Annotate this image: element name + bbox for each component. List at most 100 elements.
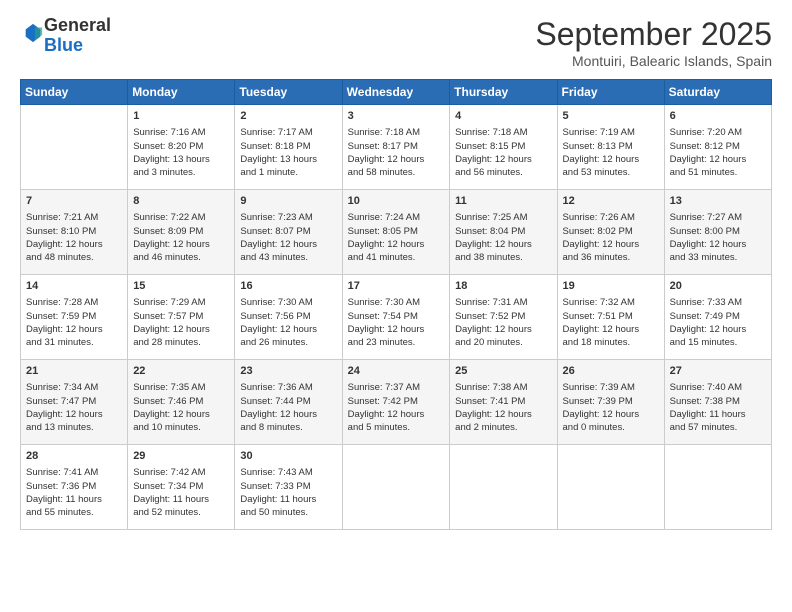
week-row-3: 21 Sunrise: 7:34 AMSunset: 7:47 PMDayligh…: [21, 360, 772, 445]
day-number-0-3: 3: [348, 109, 445, 124]
week-row-0: 1 Sunrise: 7:16 AMSunset: 8:20 PMDaylight…: [21, 105, 772, 190]
cell-3-3: 24 Sunrise: 7:37 AMSunset: 7:42 PMDayligh…: [342, 360, 450, 445]
cell-4-3: [342, 445, 450, 530]
cell-content-1-5: Sunrise: 7:26 AMSunset: 8:02 PMDaylight:…: [563, 211, 659, 264]
cell-2-5: 19 Sunrise: 7:32 AMSunset: 7:51 PMDayligh…: [557, 275, 664, 360]
cell-content-0-3: Sunrise: 7:18 AMSunset: 8:17 PMDaylight:…: [348, 126, 445, 179]
cell-0-4: 4 Sunrise: 7:18 AMSunset: 8:15 PMDaylight…: [450, 105, 557, 190]
day-number-2-5: 19: [563, 279, 659, 294]
day-number-3-3: 24: [348, 364, 445, 379]
day-number-4-1: 29: [133, 449, 229, 464]
day-number-1-2: 9: [240, 194, 336, 209]
day-number-3-5: 26: [563, 364, 659, 379]
cell-content-1-0: Sunrise: 7:21 AMSunset: 8:10 PMDaylight:…: [26, 211, 122, 264]
cell-0-2: 2 Sunrise: 7:17 AMSunset: 8:18 PMDaylight…: [235, 105, 342, 190]
day-number-2-3: 17: [348, 279, 445, 294]
title-block: September 2025 Montuiri, Balearic Island…: [535, 16, 772, 69]
page: General Blue September 2025 Montuiri, Ba…: [0, 0, 792, 612]
logo: General Blue: [20, 16, 111, 56]
cell-content-0-2: Sunrise: 7:17 AMSunset: 8:18 PMDaylight:…: [240, 126, 336, 179]
cell-content-4-0: Sunrise: 7:41 AMSunset: 7:36 PMDaylight:…: [26, 466, 122, 519]
day-number-4-2: 30: [240, 449, 336, 464]
cell-2-6: 20Sunrise: 7:33 AMSunset: 7:49 PMDayligh…: [664, 275, 771, 360]
cell-3-0: 21 Sunrise: 7:34 AMSunset: 7:47 PMDayligh…: [21, 360, 128, 445]
cell-2-3: 17 Sunrise: 7:30 AMSunset: 7:54 PMDayligh…: [342, 275, 450, 360]
day-number-2-6: 20: [670, 279, 766, 294]
cell-content-3-3: Sunrise: 7:37 AMSunset: 7:42 PMDaylight:…: [348, 381, 445, 434]
logo-blue-text: Blue: [44, 35, 83, 55]
week-row-2: 14 Sunrise: 7:28 AMSunset: 7:59 PMDayligh…: [21, 275, 772, 360]
cell-0-1: 1 Sunrise: 7:16 AMSunset: 8:20 PMDaylight…: [128, 105, 235, 190]
cell-0-0: [21, 105, 128, 190]
cell-content-1-1: Sunrise: 7:22 AMSunset: 8:09 PMDaylight:…: [133, 211, 229, 264]
logo-icon: [22, 22, 44, 44]
cell-content-3-0: Sunrise: 7:34 AMSunset: 7:47 PMDaylight:…: [26, 381, 122, 434]
cell-2-4: 18Sunrise: 7:31 AMSunset: 7:52 PMDayligh…: [450, 275, 557, 360]
cell-0-5: 5 Sunrise: 7:19 AMSunset: 8:13 PMDaylight…: [557, 105, 664, 190]
cell-3-4: 25 Sunrise: 7:38 AMSunset: 7:41 PMDayligh…: [450, 360, 557, 445]
day-number-0-5: 5: [563, 109, 659, 124]
cell-4-6: [664, 445, 771, 530]
month-title: September 2025: [535, 16, 772, 53]
day-number-0-1: 1: [133, 109, 229, 124]
day-number-1-3: 10: [348, 194, 445, 209]
cell-1-0: 7 Sunrise: 7:21 AMSunset: 8:10 PMDaylight…: [21, 190, 128, 275]
day-number-3-2: 23: [240, 364, 336, 379]
cell-4-0: 28Sunrise: 7:41 AMSunset: 7:36 PMDayligh…: [21, 445, 128, 530]
cell-content-1-3: Sunrise: 7:24 AMSunset: 8:05 PMDaylight:…: [348, 211, 445, 264]
cell-content-2-2: Sunrise: 7:30 AMSunset: 7:56 PMDaylight:…: [240, 296, 336, 349]
day-number-3-0: 21: [26, 364, 122, 379]
day-number-1-0: 7: [26, 194, 122, 209]
header-sunday: Sunday: [21, 80, 128, 105]
weekday-header-row: Sunday Monday Tuesday Wednesday Thursday…: [21, 80, 772, 105]
day-number-1-1: 8: [133, 194, 229, 209]
header-monday: Monday: [128, 80, 235, 105]
cell-4-5: [557, 445, 664, 530]
day-number-2-0: 14: [26, 279, 122, 294]
cell-1-6: 13Sunrise: 7:27 AMSunset: 8:00 PMDayligh…: [664, 190, 771, 275]
cell-content-3-4: Sunrise: 7:38 AMSunset: 7:41 PMDaylight:…: [455, 381, 551, 434]
cell-content-2-0: Sunrise: 7:28 AMSunset: 7:59 PMDaylight:…: [26, 296, 122, 349]
logo-general-text: General: [44, 15, 111, 35]
cell-content-3-1: Sunrise: 7:35 AMSunset: 7:46 PMDaylight:…: [133, 381, 229, 434]
calendar-table: Sunday Monday Tuesday Wednesday Thursday…: [20, 79, 772, 530]
cell-2-2: 16 Sunrise: 7:30 AMSunset: 7:56 PMDayligh…: [235, 275, 342, 360]
cell-4-1: 29 Sunrise: 7:42 AMSunset: 7:34 PMDayligh…: [128, 445, 235, 530]
day-number-1-5: 12: [563, 194, 659, 209]
cell-content-0-1: Sunrise: 7:16 AMSunset: 8:20 PMDaylight:…: [133, 126, 229, 179]
cell-4-2: 30 Sunrise: 7:43 AMSunset: 7:33 PMDayligh…: [235, 445, 342, 530]
cell-2-1: 15Sunrise: 7:29 AMSunset: 7:57 PMDayligh…: [128, 275, 235, 360]
cell-content-0-5: Sunrise: 7:19 AMSunset: 8:13 PMDaylight:…: [563, 126, 659, 179]
cell-1-1: 8 Sunrise: 7:22 AMSunset: 8:09 PMDaylight…: [128, 190, 235, 275]
cell-content-4-2: Sunrise: 7:43 AMSunset: 7:33 PMDaylight:…: [240, 466, 336, 519]
cell-content-0-4: Sunrise: 7:18 AMSunset: 8:15 PMDaylight:…: [455, 126, 551, 179]
cell-content-2-5: Sunrise: 7:32 AMSunset: 7:51 PMDaylight:…: [563, 296, 659, 349]
cell-content-1-4: Sunrise: 7:25 AMSunset: 8:04 PMDaylight:…: [455, 211, 551, 264]
day-number-3-4: 25: [455, 364, 551, 379]
cell-content-3-2: Sunrise: 7:36 AMSunset: 7:44 PMDaylight:…: [240, 381, 336, 434]
cell-0-6: 6 Sunrise: 7:20 AMSunset: 8:12 PMDaylight…: [664, 105, 771, 190]
cell-content-4-1: Sunrise: 7:42 AMSunset: 7:34 PMDaylight:…: [133, 466, 229, 519]
cell-1-2: 9 Sunrise: 7:23 AMSunset: 8:07 PMDaylight…: [235, 190, 342, 275]
header-wednesday: Wednesday: [342, 80, 450, 105]
day-number-1-4: 11: [455, 194, 551, 209]
day-number-3-1: 22: [133, 364, 229, 379]
header-thursday: Thursday: [450, 80, 557, 105]
cell-1-3: 10 Sunrise: 7:24 AMSunset: 8:05 PMDayligh…: [342, 190, 450, 275]
cell-content-0-6: Sunrise: 7:20 AMSunset: 8:12 PMDaylight:…: [670, 126, 766, 179]
day-number-2-2: 16: [240, 279, 336, 294]
day-number-0-2: 2: [240, 109, 336, 124]
day-number-0-6: 6: [670, 109, 766, 124]
location: Montuiri, Balearic Islands, Spain: [535, 53, 772, 69]
cell-content-2-3: Sunrise: 7:30 AMSunset: 7:54 PMDaylight:…: [348, 296, 445, 349]
day-number-3-6: 27: [670, 364, 766, 379]
cell-0-3: 3 Sunrise: 7:18 AMSunset: 8:17 PMDaylight…: [342, 105, 450, 190]
header-friday: Friday: [557, 80, 664, 105]
header-tuesday: Tuesday: [235, 80, 342, 105]
day-number-0-4: 4: [455, 109, 551, 124]
cell-content-1-2: Sunrise: 7:23 AMSunset: 8:07 PMDaylight:…: [240, 211, 336, 264]
cell-4-4: [450, 445, 557, 530]
cell-3-2: 23 Sunrise: 7:36 AMSunset: 7:44 PMDayligh…: [235, 360, 342, 445]
cell-content-2-4: Sunrise: 7:31 AMSunset: 7:52 PMDaylight:…: [455, 296, 551, 349]
week-row-1: 7 Sunrise: 7:21 AMSunset: 8:10 PMDaylight…: [21, 190, 772, 275]
